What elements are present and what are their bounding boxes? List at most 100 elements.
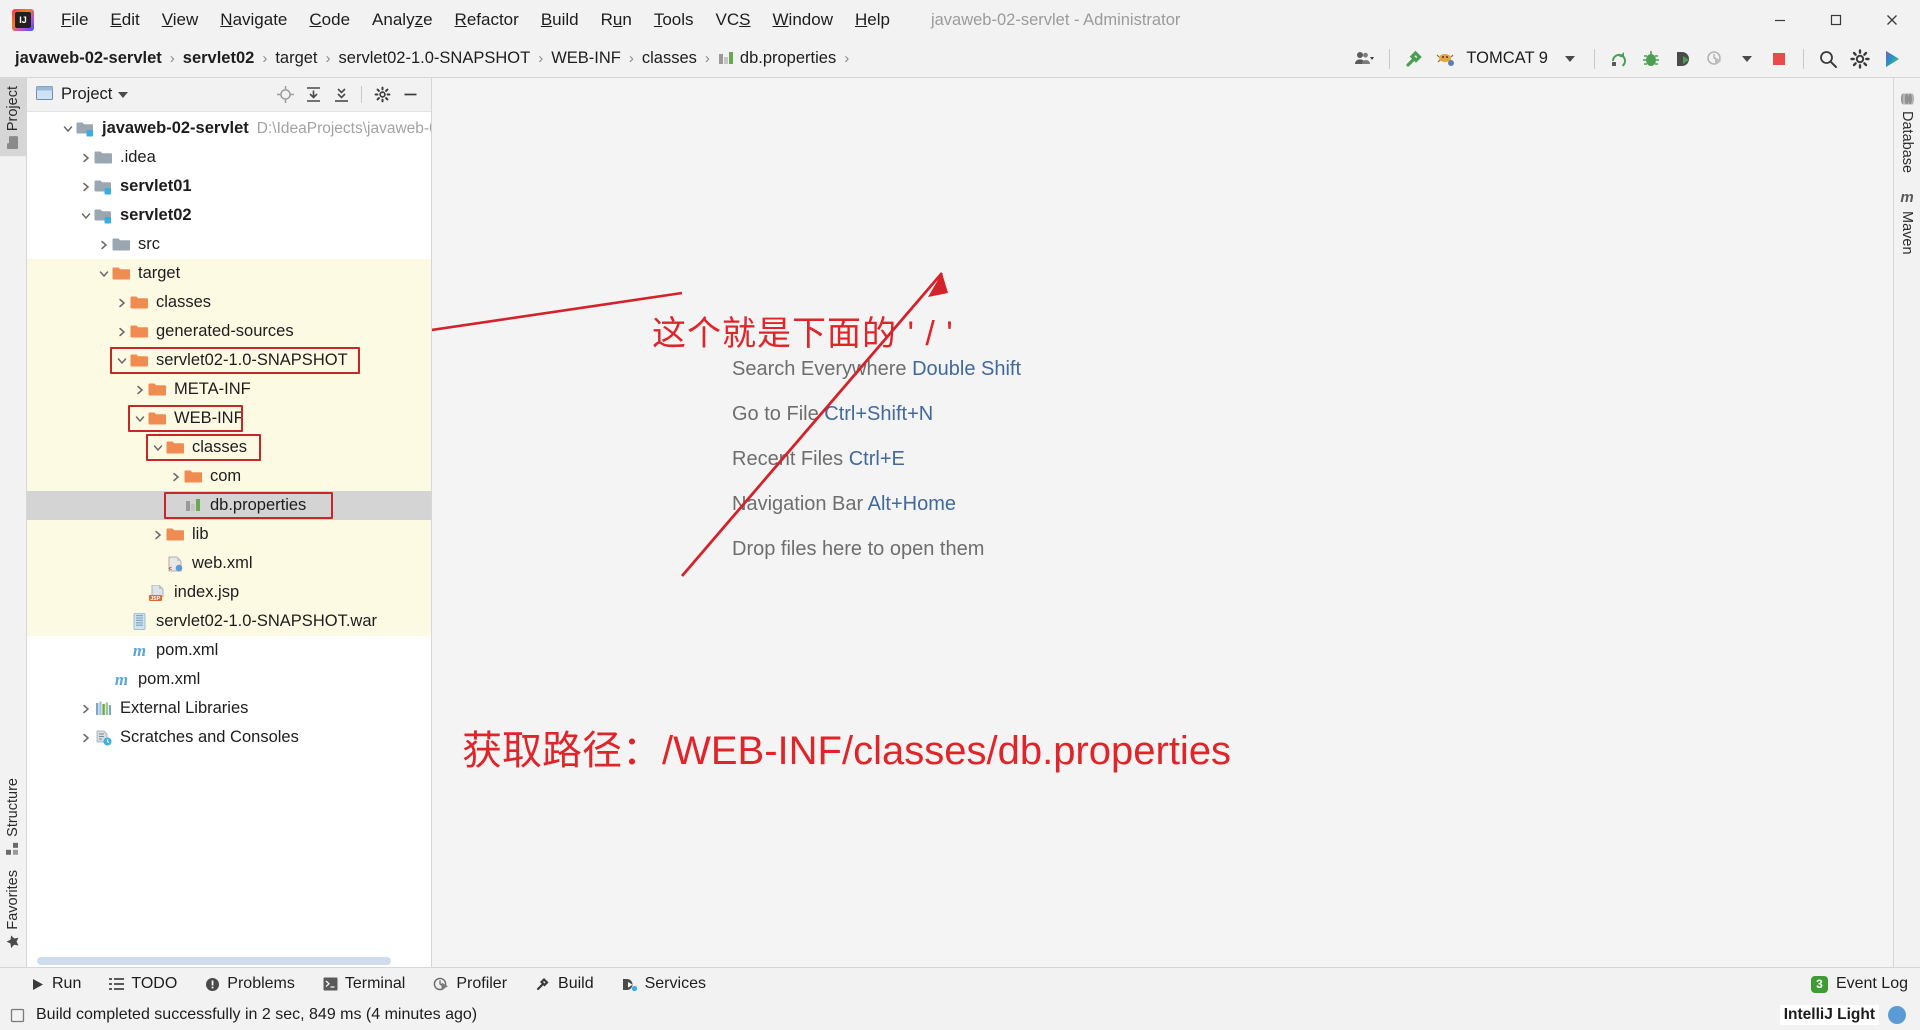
sidebar-tab-project[interactable]: Project [0,78,26,157]
menu-item-window[interactable]: Window [762,6,844,34]
minimize-icon[interactable] [1752,0,1808,40]
chevron-right-icon[interactable] [78,179,94,195]
menu-item-run[interactable]: Run [590,6,643,34]
tree-node-target[interactable]: target [27,259,431,288]
stop-icon[interactable] [1763,44,1795,74]
menu-item-vcs[interactable]: VCS [705,6,762,34]
search-icon[interactable] [1812,44,1844,74]
chevron-right-icon[interactable] [168,469,184,485]
sidebar-tab-favorites[interactable]: Favorites [0,862,26,957]
bottom-tab-terminal[interactable]: Terminal [323,975,419,993]
chevron-down-icon[interactable] [60,121,76,137]
project-tree-hscrollbar[interactable] [27,955,431,967]
run-configuration-selector[interactable]: TOMCAT 9 [1462,49,1554,68]
chevron-right-icon[interactable] [150,527,166,543]
chevron-right-icon[interactable] [78,150,94,166]
sidebar-tab-maven[interactable]: m Maven [1894,181,1920,263]
project-tree[interactable]: javaweb-02-servlet D:\IdeaProjects\javawe… [27,112,431,955]
chevron-right-icon[interactable] [96,237,112,253]
tomcat-icon[interactable] [1430,44,1462,74]
menu-item-code[interactable]: Code [298,6,361,34]
tree-node-meta-inf[interactable]: META-INF [27,375,431,404]
chevron-down-icon[interactable] [150,440,166,456]
locate-icon[interactable] [272,82,298,108]
tree-node-servlet02[interactable]: servlet02 [27,201,431,230]
breadcrumb-item-servlet02-1-0-snapshot[interactable]: servlet02-1.0-SNAPSHOT [338,47,532,70]
bottom-tab-todo[interactable]: TODO [109,975,191,993]
breadcrumb-item-target[interactable]: target [274,47,318,70]
run-dirty-icon[interactable] [1667,44,1699,74]
hide-icon[interactable] [397,82,423,108]
tree-node-lib[interactable]: lib [27,520,431,549]
collapse-all-icon[interactable] [328,82,354,108]
project-panel-chevron-down-icon[interactable] [118,91,129,98]
user-dropdown-icon[interactable] [1349,44,1381,74]
tree-node-web-inf[interactable]: WEB-INF [27,404,431,433]
sidebar-tab-database[interactable]: Database [1894,84,1920,181]
close-icon[interactable] [1864,0,1920,40]
breadcrumb-item-classes[interactable]: classes [641,47,698,70]
tree-node-com[interactable]: com [27,462,431,491]
tree-node-db-properties[interactable]: db.properties [27,491,431,520]
settings-gear-icon[interactable] [369,82,395,108]
chevron-right-icon[interactable] [78,701,94,717]
tree-node-index-jsp[interactable]: JSP index.jsp [27,578,431,607]
breadcrumb-item-servlet02[interactable]: servlet02 [182,47,256,70]
chevron-down-icon[interactable] [114,353,130,369]
sidebar-tab-structure[interactable]: Structure [0,770,26,863]
menu-item-navigate[interactable]: Navigate [209,6,298,34]
bottom-tab-build[interactable]: Build [535,975,608,993]
run-anything-icon[interactable] [1876,44,1908,74]
chevron-right-icon[interactable] [114,295,130,311]
bottom-tab-run[interactable]: Run [30,975,95,993]
tree-node-javaweb-02-servlet[interactable]: javaweb-02-servlet D:\IdeaProjects\javawe… [27,114,431,143]
tree-node-generated-sources[interactable]: generated-sources [27,317,431,346]
menu-item-build[interactable]: Build [530,6,590,34]
tree-node-servlet01[interactable]: servlet01 [27,172,431,201]
menu-item-help[interactable]: Help [844,6,901,34]
event-log-button[interactable]: 3 Event Log [1810,975,1920,993]
menu-item-tools[interactable]: Tools [643,6,705,34]
chevron-right-icon[interactable] [132,382,148,398]
debug-icon[interactable] [1635,44,1667,74]
profile-icon[interactable] [1699,44,1731,74]
tree-node-scratches-and-consoles[interactable]: Scratches and Consoles [27,723,431,752]
menu-item-view[interactable]: View [151,6,210,34]
tree-node--idea[interactable]: .idea [27,143,431,172]
tree-node-servlet02-1-0-snapshot-war[interactable]: servlet02-1.0-SNAPSHOT.war [27,607,431,636]
chevron-down-icon[interactable] [96,266,112,282]
tree-node-pom-xml[interactable]: m pom.xml [27,636,431,665]
breadcrumb-item-web-inf[interactable]: WEB-INF [550,47,622,70]
chevron-down-icon[interactable] [132,411,148,427]
maximize-icon[interactable] [1808,0,1864,40]
tree-node-src[interactable]: src [27,230,431,259]
run-config-chevron-down-icon[interactable] [1554,44,1586,74]
theme-indicator[interactable]: IntelliJ Light [1779,1005,1879,1025]
chevron-right-icon[interactable] [114,324,130,340]
menu-item-analyze[interactable]: Analyze [361,6,444,34]
tree-node-servlet02-1-0-snapshot[interactable]: servlet02-1.0-SNAPSHOT [27,346,431,375]
menu-item-file[interactable]: File [50,6,99,34]
build-hammer-icon[interactable] [1398,44,1430,74]
chevron-right-icon[interactable] [78,730,94,746]
bottom-tab-profiler[interactable]: Profiler [433,975,521,993]
run-with-coverage-icon[interactable] [1603,44,1635,74]
editor-area[interactable]: 这个就是下面的 ' / ' Search Everywhere Double S… [432,78,1893,967]
tree-node-external-libraries[interactable]: External Libraries [27,694,431,723]
menu-item-edit[interactable]: Edit [99,6,150,34]
settings-gear-icon[interactable] [1844,44,1876,74]
tree-node-classes[interactable]: classes [27,433,431,462]
tree-node-pom-xml[interactable]: m pom.xml [27,665,431,694]
bottom-tab-services[interactable]: Services [622,975,720,993]
breadcrumb-item-javaweb-02-servlet[interactable]: javaweb-02-servlet [14,47,163,70]
profile-chevron-down-icon[interactable] [1731,44,1763,74]
theme-color-dot[interactable] [1888,1006,1906,1024]
scrollbar-thumb[interactable] [37,957,391,965]
breadcrumb-item-db-properties[interactable]: db.properties [717,47,837,70]
expand-all-icon[interactable] [300,82,326,108]
tree-node-web-xml[interactable]: < web.xml [27,549,431,578]
menu-item-refactor[interactable]: Refactor [444,6,530,34]
chevron-down-icon[interactable] [78,208,94,224]
tree-node-classes[interactable]: classes [27,288,431,317]
bottom-tab-problems[interactable]: Problems [205,975,309,993]
